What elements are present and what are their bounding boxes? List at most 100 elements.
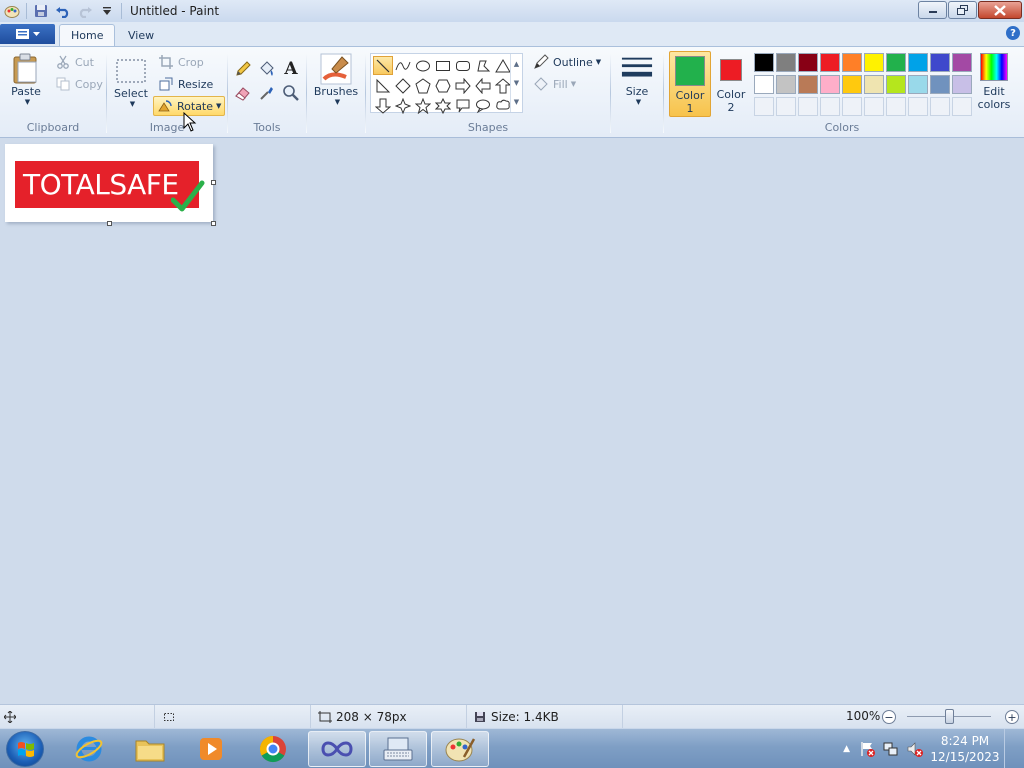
palette-custom-slot[interactable]: [820, 97, 840, 116]
palette-swatch[interactable]: [776, 53, 796, 72]
palette-swatch[interactable]: [820, 53, 840, 72]
edit-colors-button[interactable]: Edit colors: [976, 53, 1012, 117]
save-icon[interactable]: [31, 2, 51, 20]
paint-menu-button[interactable]: [0, 24, 55, 44]
cut-button[interactable]: Cut: [52, 52, 97, 72]
palette-custom-slot[interactable]: [930, 97, 950, 116]
oval-callout-shape-icon[interactable]: [473, 96, 493, 115]
rounded-rectangle-shape-icon[interactable]: [453, 56, 473, 75]
size-button[interactable]: Size ▼: [617, 53, 657, 106]
brushes-button[interactable]: Brushes ▼: [313, 53, 359, 106]
right-arrow-shape-icon[interactable]: [453, 76, 473, 95]
palette-swatch[interactable]: [820, 75, 840, 94]
canvas-workspace[interactable]: TOTALSAFE: [0, 138, 1024, 704]
canvas-resize-handle-bottom[interactable]: [107, 221, 112, 226]
diamond-shape-icon[interactable]: [393, 76, 413, 95]
palette-swatch[interactable]: [754, 75, 774, 94]
palette-swatch[interactable]: [952, 75, 972, 94]
down-arrow-shape-icon[interactable]: [373, 96, 393, 115]
palette-custom-slot[interactable]: [886, 97, 906, 116]
taskbar-media-player[interactable]: [182, 731, 240, 767]
paste-button[interactable]: Paste ▼: [6, 53, 46, 106]
shapes-expand-icon[interactable]: ▼: [514, 98, 519, 106]
fill-button[interactable]: Fill ▼: [530, 74, 579, 94]
color-2-button[interactable]: Color 2: [714, 55, 748, 117]
palette-swatch[interactable]: [754, 53, 774, 72]
text-tool-icon[interactable]: A: [280, 58, 302, 80]
palette-swatch[interactable]: [798, 75, 818, 94]
tab-view[interactable]: View: [117, 24, 165, 46]
outline-button[interactable]: Outline ▼: [530, 52, 604, 72]
palette-custom-slot[interactable]: [842, 97, 862, 116]
palette-swatch[interactable]: [886, 53, 906, 72]
taskbar-on-screen-keyboard[interactable]: [369, 731, 427, 767]
start-button[interactable]: [6, 731, 44, 767]
shapes-scroll-up-icon[interactable]: ▲: [514, 60, 519, 68]
pentagon-shape-icon[interactable]: [413, 76, 433, 95]
pencil-icon[interactable]: [232, 58, 254, 80]
right-triangle-shape-icon[interactable]: [373, 76, 393, 95]
resize-button[interactable]: Resize: [155, 74, 216, 94]
five-point-star-shape-icon[interactable]: [413, 96, 433, 115]
shapes-scroll-down-icon[interactable]: ▼: [514, 79, 519, 87]
color-1-button[interactable]: Color 1: [669, 51, 711, 117]
rounded-callout-shape-icon[interactable]: [453, 96, 473, 115]
fill-bucket-icon[interactable]: [256, 58, 278, 80]
palette-swatch[interactable]: [864, 75, 884, 94]
minimize-button[interactable]: [918, 1, 947, 19]
palette-custom-slot[interactable]: [952, 97, 972, 116]
palette-custom-slot[interactable]: [776, 97, 796, 116]
zoom-out-button[interactable]: −: [882, 710, 896, 724]
show-desktop-button[interactable]: [1004, 729, 1018, 768]
volume-muted-icon[interactable]: [906, 740, 924, 758]
palette-swatch[interactable]: [908, 53, 928, 72]
close-button[interactable]: [978, 1, 1022, 19]
paint-app-icon[interactable]: [2, 2, 22, 20]
magnifier-icon[interactable]: [280, 82, 302, 104]
eraser-icon[interactable]: [232, 82, 254, 104]
taskbar-internet-explorer[interactable]: [60, 731, 118, 767]
help-icon[interactable]: ?: [1006, 26, 1020, 40]
palette-custom-slot[interactable]: [754, 97, 774, 116]
clock[interactable]: 8:24 PM 12/15/2023: [930, 733, 1000, 765]
left-arrow-shape-icon[interactable]: [473, 76, 493, 95]
taskbar-app-infinity[interactable]: [308, 731, 366, 767]
restore-button[interactable]: [948, 1, 977, 19]
palette-swatch[interactable]: [798, 53, 818, 72]
show-hidden-icons-icon[interactable]: ▲: [843, 744, 850, 754]
polygon-shape-icon[interactable]: [473, 56, 493, 75]
hexagon-shape-icon[interactable]: [433, 76, 453, 95]
palette-swatch[interactable]: [842, 53, 862, 72]
crop-button[interactable]: Crop: [155, 52, 207, 72]
network-icon[interactable]: [882, 740, 900, 758]
tab-home[interactable]: Home: [59, 24, 116, 46]
palette-custom-slot[interactable]: [908, 97, 928, 116]
palette-custom-slot[interactable]: [864, 97, 884, 116]
palette-swatch[interactable]: [930, 75, 950, 94]
six-point-star-shape-icon[interactable]: [433, 96, 453, 115]
canvas-resize-handle-right[interactable]: [211, 180, 216, 185]
select-button[interactable]: Select ▼: [113, 55, 149, 108]
drawing-canvas[interactable]: TOTALSAFE: [5, 144, 213, 222]
zoom-in-button[interactable]: +: [1005, 710, 1019, 724]
taskbar-paint[interactable]: [431, 731, 489, 767]
palette-custom-slot[interactable]: [798, 97, 818, 116]
four-point-star-shape-icon[interactable]: [393, 96, 413, 115]
oval-shape-icon[interactable]: [413, 56, 433, 75]
palette-swatch[interactable]: [776, 75, 796, 94]
taskbar-file-explorer[interactable]: [121, 731, 179, 767]
taskbar-chrome[interactable]: [244, 731, 302, 767]
shapes-scrollbar[interactable]: ▲ ▼ ▼: [510, 54, 522, 112]
curve-shape-icon[interactable]: [393, 56, 413, 75]
palette-swatch[interactable]: [952, 53, 972, 72]
canvas-resize-handle-corner[interactable]: [211, 221, 216, 226]
line-shape-icon[interactable]: [373, 56, 393, 75]
undo-icon[interactable]: [53, 2, 73, 20]
palette-swatch[interactable]: [842, 75, 862, 94]
palette-swatch[interactable]: [908, 75, 928, 94]
zoom-slider-thumb[interactable]: [945, 709, 954, 724]
action-center-flag-icon[interactable]: [858, 740, 876, 758]
copy-button[interactable]: Copy: [52, 74, 106, 94]
palette-swatch[interactable]: [930, 53, 950, 72]
customize-toolbar-icon[interactable]: [97, 2, 117, 20]
